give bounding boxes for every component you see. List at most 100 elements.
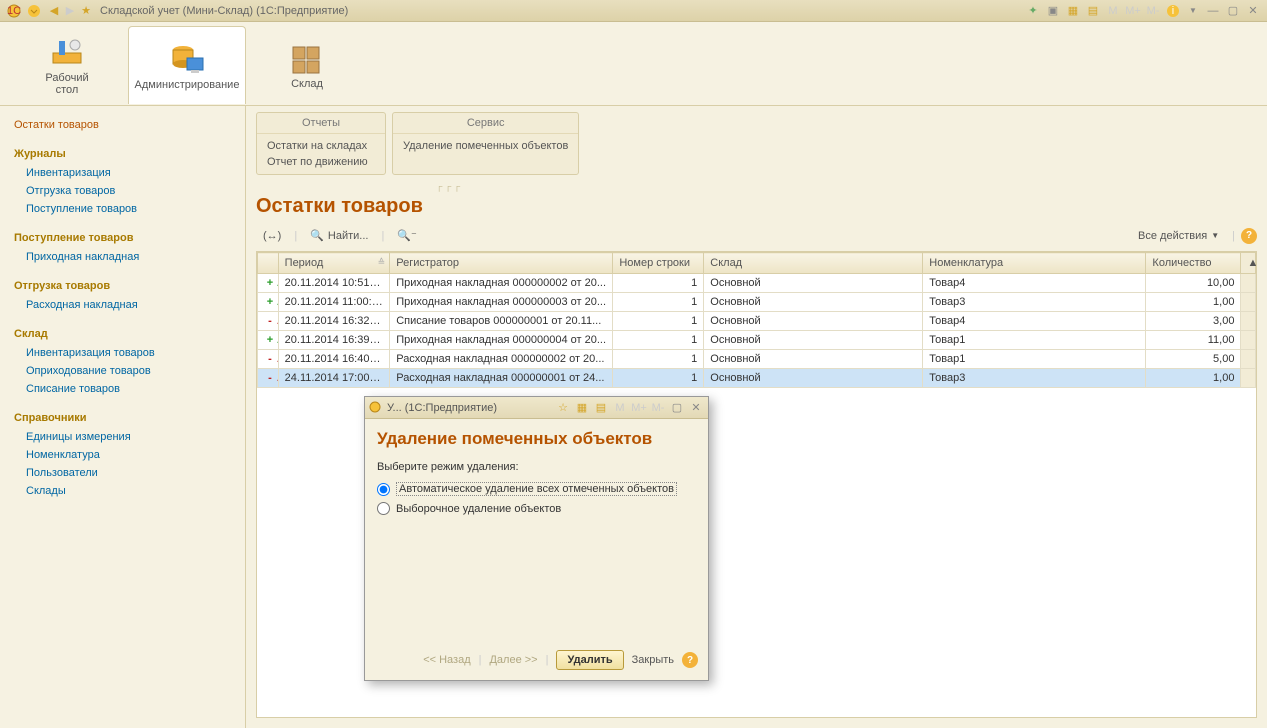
- svg-text:i: i: [1172, 5, 1174, 17]
- section-admin[interactable]: Администрирование: [128, 26, 246, 104]
- col-item[interactable]: Номенклатура: [923, 253, 1146, 274]
- scroll-track[interactable]: [1241, 369, 1256, 388]
- minimize-icon[interactable]: —: [1205, 4, 1221, 18]
- scroll-track[interactable]: [1241, 293, 1256, 312]
- maximize-icon[interactable]: ▢: [669, 401, 685, 415]
- nav-link[interactable]: Поступление товаров: [14, 200, 231, 218]
- cell-registrar: Расходная накладная 000000002 от 20...: [390, 350, 613, 369]
- service-panel: Сервис Удаление помеченных объектов: [392, 112, 579, 175]
- cell-line: 1: [613, 293, 704, 312]
- table-row[interactable]: +20.11.2014 10:51:35Приходная накладная …: [258, 274, 1256, 293]
- radio-selective-delete[interactable]: Выборочное удаление объектов: [377, 499, 696, 518]
- report-link[interactable]: Остатки на складах: [267, 138, 375, 154]
- col-qty[interactable]: Количество: [1146, 253, 1241, 274]
- info-icon[interactable]: i: [1165, 4, 1181, 18]
- scroll-track[interactable]: [1241, 331, 1256, 350]
- add-favorite-icon[interactable]: ✦: [1025, 4, 1041, 18]
- col-registrar[interactable]: Регистратор: [390, 253, 613, 274]
- radio-auto-delete[interactable]: Автоматическое удаление всех отмеченных …: [377, 479, 696, 499]
- report-link[interactable]: Отчет по движению: [267, 154, 375, 170]
- scroll-track[interactable]: [1241, 312, 1256, 331]
- col-warehouse[interactable]: Склад: [704, 253, 923, 274]
- nav-link[interactable]: Расходная накладная: [14, 296, 231, 314]
- nav-link[interactable]: Инвентаризация товаров: [14, 344, 231, 362]
- nav-back-icon[interactable]: ◀: [46, 4, 62, 18]
- radio-input[interactable]: [377, 483, 390, 496]
- toggle-width-button[interactable]: (↔): [256, 227, 288, 245]
- nav-link[interactable]: Списание товаров: [14, 380, 231, 398]
- scroll-track[interactable]: [1241, 274, 1256, 293]
- cell-line: 1: [613, 350, 704, 369]
- back-button: << Назад: [423, 654, 470, 666]
- nav-link[interactable]: Пользователи: [14, 464, 231, 482]
- radio-input[interactable]: [377, 502, 390, 515]
- nav-group: Журналы: [14, 148, 231, 160]
- page-title: Остатки товаров: [256, 195, 1257, 218]
- nav-group: Поступление товаров: [14, 232, 231, 244]
- close-icon[interactable]: ✕: [1245, 4, 1261, 18]
- cell-warehouse: Основной: [704, 274, 923, 293]
- find-button[interactable]: 🔍 Найти...: [303, 226, 375, 245]
- cell-qty: 3,00: [1146, 312, 1241, 331]
- table-row[interactable]: -20.11.2014 16:32:39Списание товаров 000…: [258, 312, 1256, 331]
- nav-group: Склад: [14, 328, 231, 340]
- minus-icon: -: [264, 315, 276, 327]
- section-warehouse[interactable]: Склад: [248, 26, 366, 104]
- help-icon[interactable]: ?: [1241, 228, 1257, 244]
- col-period[interactable]: Период≙: [278, 253, 390, 274]
- section-desktop[interactable]: Рабочий стол: [8, 26, 126, 104]
- chevron-down-icon: ▼: [1211, 231, 1219, 240]
- nav-link[interactable]: Инвентаризация: [14, 164, 231, 182]
- favorite-star-icon[interactable]: ☆: [555, 401, 571, 415]
- panel-head: Отчеты: [257, 113, 385, 134]
- cell-registrar: Списание товаров 000000001 от 20.11...: [390, 312, 613, 331]
- nav-link[interactable]: Оприходование товаров: [14, 362, 231, 380]
- calculator-icon[interactable]: ▦: [1065, 4, 1081, 18]
- nav-link[interactable]: Приходная накладная: [14, 248, 231, 266]
- nav-link-remains[interactable]: Остатки товаров: [14, 116, 231, 134]
- plus-icon: +: [264, 277, 276, 289]
- calculator-icon[interactable]: ▦: [574, 401, 590, 415]
- col-icon[interactable]: [258, 253, 279, 274]
- maximize-icon[interactable]: ▢: [1225, 4, 1241, 18]
- cell-line: 1: [613, 331, 704, 350]
- service-link[interactable]: Удаление помеченных объектов: [403, 138, 568, 154]
- favorite-star-icon[interactable]: ★: [78, 4, 94, 18]
- close-icon[interactable]: ✕: [688, 401, 704, 415]
- info-dropdown-icon[interactable]: ▼: [1185, 4, 1201, 18]
- sort-asc-icon: ≙: [378, 257, 386, 268]
- m-minus-icon: M-: [650, 401, 666, 415]
- col-line[interactable]: Номер строки: [613, 253, 704, 274]
- all-actions-button[interactable]: Все действия ▼: [1131, 227, 1226, 245]
- scroll-track[interactable]: [1241, 350, 1256, 369]
- magnifier-clear-icon: 🔍⁻: [397, 229, 417, 242]
- cell-warehouse: Основной: [704, 331, 923, 350]
- panel-grip-icon[interactable]: ┌ ┌ ┌: [436, 181, 1257, 191]
- calendar-icon[interactable]: ▤: [593, 401, 609, 415]
- table-row[interactable]: -24.11.2014 17:00:12Расходная накладная …: [258, 369, 1256, 388]
- cell-line: 1: [613, 369, 704, 388]
- close-button[interactable]: Закрыть: [632, 654, 674, 666]
- scroll-track[interactable]: ▲: [1241, 253, 1256, 274]
- nav-link[interactable]: Номенклатура: [14, 446, 231, 464]
- app-title: Складской учет (Мини-Склад) (1С:Предприя…: [100, 5, 348, 17]
- nav-link[interactable]: Отгрузка товаров: [14, 182, 231, 200]
- cell-period: 20.11.2014 16:32:39: [278, 312, 390, 331]
- cell-warehouse: Основной: [704, 312, 923, 331]
- m-plus-icon: M+: [1125, 4, 1141, 18]
- radio-label: Автоматическое удаление всех отмеченных …: [396, 482, 677, 496]
- delete-button[interactable]: Удалить: [556, 650, 623, 670]
- help-icon[interactable]: ?: [682, 652, 698, 668]
- clear-filter-button[interactable]: 🔍⁻: [390, 226, 424, 245]
- nav-link[interactable]: Единицы измерения: [14, 428, 231, 446]
- table-row[interactable]: +20.11.2014 11:00:21Приходная накладная …: [258, 293, 1256, 312]
- nav-link[interactable]: Склады: [14, 482, 231, 500]
- window-list-icon[interactable]: ▣: [1045, 4, 1061, 18]
- cell-registrar: Приходная накладная 000000002 от 20...: [390, 274, 613, 293]
- calendar-icon[interactable]: ▤: [1085, 4, 1101, 18]
- table-row[interactable]: +20.11.2014 16:39:39Приходная накладная …: [258, 331, 1256, 350]
- minus-icon: -: [264, 372, 276, 384]
- dropdown-icon[interactable]: [26, 3, 42, 19]
- table-row[interactable]: -20.11.2014 16:40:10Расходная накладная …: [258, 350, 1256, 369]
- cell-period: 20.11.2014 16:40:10: [278, 350, 390, 369]
